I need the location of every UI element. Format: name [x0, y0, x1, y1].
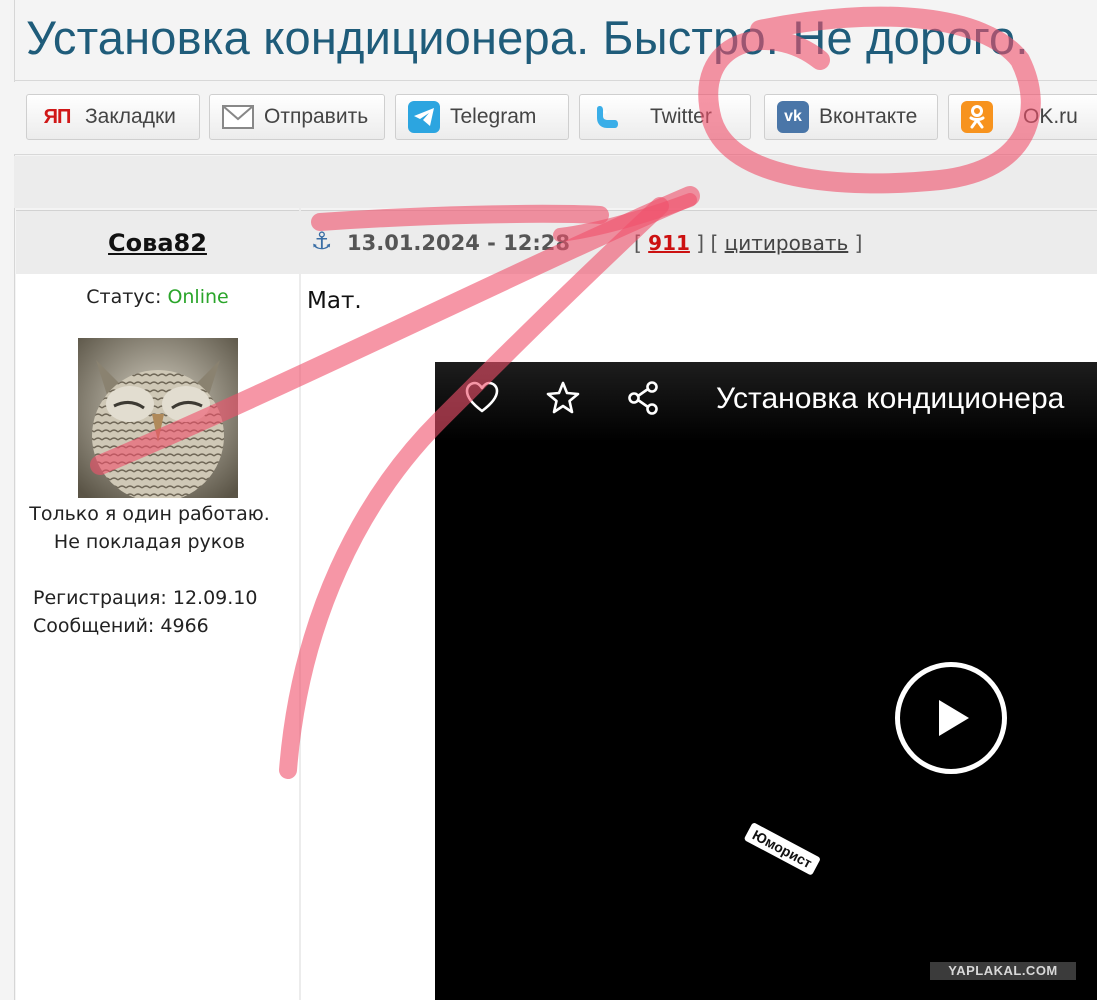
telegram-icon — [408, 101, 440, 133]
share-button-label: Telegram — [450, 105, 537, 128]
post-meta: [ 911 ] [ цитировать ] — [634, 231, 862, 255]
messages-label: Сообщений: — [33, 615, 155, 637]
twitter-bird-icon — [592, 101, 624, 133]
star-icon[interactable] — [545, 380, 581, 416]
status-label: Статус: — [86, 286, 162, 308]
share-button-label: Закладки — [85, 105, 176, 128]
bracket: [ — [634, 231, 642, 255]
share-button-send[interactable]: Отправить — [209, 94, 385, 140]
anchor-icon[interactable]: ⚓ — [311, 227, 333, 255]
post-number-link[interactable]: 911 — [648, 231, 690, 255]
messages-count: 4966 — [160, 615, 209, 637]
share-button-label: Twitter — [650, 105, 712, 128]
author-registration: Регистрация: 12.09.10 — [33, 584, 257, 612]
bracket: ] — [854, 231, 863, 255]
video-watermark: Юморист — [743, 822, 821, 876]
author-message-count: Сообщений: 4966 — [33, 612, 209, 640]
yap-bookmark-icon: ЯП — [39, 101, 75, 133]
post-header: ⚓ 13.01.2024 - 12:28 [ 911 ] [ цитироват… — [301, 210, 1097, 275]
site-watermark: YAPLAKAL.COM — [930, 962, 1076, 980]
post-body-text: Мат. — [307, 288, 362, 314]
vk-icon: vk — [777, 101, 809, 133]
share-button-vkontakte[interactable]: vk Вконтакте — [764, 94, 938, 140]
author-status: Статус: Online — [16, 286, 299, 308]
share-button-twitter[interactable]: Twitter — [579, 94, 751, 140]
status-online: Online — [167, 286, 229, 308]
video-title: Установка кондиционера — [716, 382, 1065, 415]
post-author-name[interactable]: Сова82 — [16, 229, 299, 257]
author-signature-line1: Только я один работаю. — [29, 503, 270, 525]
share-bar: ЯП Закладки Отправить Telegram Twitter v… — [14, 82, 1097, 155]
spacer-strip — [14, 156, 1097, 208]
share-button-bookmarks[interactable]: ЯП Закладки — [26, 94, 200, 140]
yap-icon-text: ЯП — [43, 105, 72, 128]
vk-icon-text: vk — [784, 108, 802, 125]
post-author-header: Сова82 — [16, 210, 299, 275]
play-icon — [939, 700, 969, 736]
divider — [14, 80, 1097, 81]
share-icon[interactable] — [625, 380, 661, 416]
odnoklassniki-icon — [961, 101, 993, 133]
post-datetime: 13.01.2024 - 12:28 — [347, 231, 571, 255]
registration-date: 12.09.10 — [172, 587, 258, 609]
share-button-label: Отправить — [264, 105, 369, 128]
share-button-label: Вконтакте — [819, 105, 918, 128]
author-signature-line2: Не покладая руков — [53, 531, 246, 553]
heart-icon[interactable] — [464, 380, 500, 416]
play-button[interactable] — [895, 662, 1007, 774]
video-player[interactable]: Установка кондиционера Юморист — [435, 362, 1097, 1000]
share-button-ok[interactable]: OK.ru — [948, 94, 1097, 140]
registration-label: Регистрация: — [33, 587, 167, 609]
page-title: Установка кондиционера. Быстро. Не дорог… — [26, 11, 1029, 64]
quote-link[interactable]: цитировать — [725, 231, 849, 255]
share-button-telegram[interactable]: Telegram — [395, 94, 569, 140]
bracket: ] [ — [696, 231, 719, 255]
envelope-icon — [222, 101, 254, 133]
share-button-label: OK.ru — [1023, 105, 1078, 128]
avatar[interactable] — [78, 338, 238, 498]
